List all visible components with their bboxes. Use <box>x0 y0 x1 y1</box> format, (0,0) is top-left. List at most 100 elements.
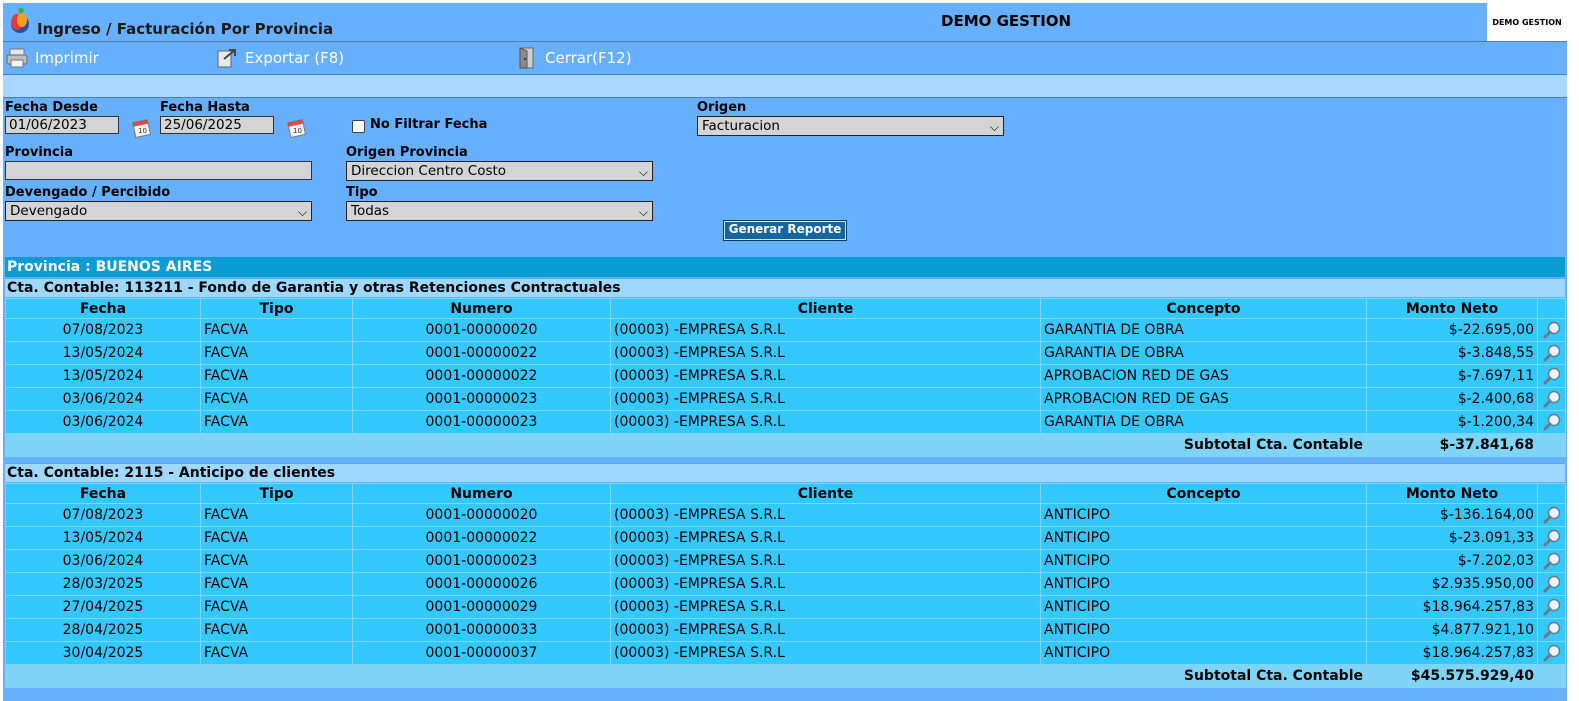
calendar-icon[interactable]: 10 <box>285 116 309 140</box>
cell-fecha: 07/08/2023 <box>5 318 201 342</box>
cell-cliente: (00003) -EMPRESA S.R.L <box>610 410 1041 434</box>
magnifier-icon[interactable] <box>1542 528 1562 548</box>
report-table: Fecha Tipo Numero Cliente Concepto Monto… <box>5 483 1566 688</box>
fecha-desde-input[interactable]: 01/06/2023 <box>5 116 119 134</box>
cell-tipo: FACVA <box>200 387 353 411</box>
origen-label: Origen <box>697 100 747 115</box>
cell-monto-neto: $18.964.257,83 <box>1366 595 1538 619</box>
origen-provincia-select[interactable]: Direccion Centro Costo ⌵ <box>346 161 653 181</box>
print-label: Imprimir <box>35 49 99 67</box>
magnifier-icon[interactable] <box>1542 389 1562 409</box>
cell-numero: 0001-00000037 <box>352 641 611 665</box>
fecha-hasta-label: Fecha Hasta <box>160 100 250 115</box>
cta-contable-header: Cta. Contable: 113211 - Fondo de Garanti… <box>5 278 1565 297</box>
door-exit-icon <box>519 47 534 69</box>
subtotal-empty <box>1537 433 1566 457</box>
detail-cell <box>1537 503 1566 527</box>
magnifier-icon[interactable] <box>1542 343 1562 363</box>
subtotal-value: $-37.841,68 <box>1366 433 1538 457</box>
table-row: 13/05/2024 FACVA 0001-00000022 (00003) -EMP… <box>5 526 1566 550</box>
cell-monto-neto: $-2.400,68 <box>1366 387 1538 411</box>
tipo-label: Tipo <box>346 185 378 200</box>
column-header: Fecha <box>5 483 201 504</box>
svg-text:10: 10 <box>293 127 302 135</box>
table-row: 28/03/2025 FACVA 0001-00000026 (00003) -EMP… <box>5 572 1566 596</box>
detail-cell <box>1537 364 1566 388</box>
no-filtrar-fecha-checkbox[interactable] <box>352 120 365 133</box>
cell-tipo: FACVA <box>200 572 353 596</box>
magnifier-icon[interactable] <box>1542 597 1562 617</box>
chevron-down-icon: ⌵ <box>638 165 648 179</box>
cell-concepto: ANTICIPO <box>1040 572 1367 596</box>
magnifier-icon[interactable] <box>1542 412 1562 432</box>
cell-fecha: 07/08/2023 <box>5 503 201 527</box>
table-row: 27/04/2025 FACVA 0001-00000029 (00003) -EMP… <box>5 595 1566 619</box>
subtotal-value: $45.575.929,40 <box>1366 664 1538 688</box>
cell-numero: 0001-00000023 <box>352 410 611 434</box>
column-header: Numero <box>352 298 611 319</box>
subtotal-row: Subtotal Cta. Contable $-37.841,68 <box>5 433 1566 457</box>
devengado-value: Devengado <box>10 203 88 219</box>
magnifier-icon[interactable] <box>1542 366 1562 386</box>
close-button[interactable]: Cerrar(F12) <box>515 46 632 70</box>
cell-concepto: ANTICIPO <box>1040 526 1367 550</box>
cell-tipo: FACVA <box>200 341 353 365</box>
generate-report-button[interactable]: Generar Reporte <box>723 220 847 241</box>
cell-numero: 0001-00000033 <box>352 618 611 642</box>
chevron-down-icon: ⌵ <box>989 120 999 134</box>
cell-cliente: (00003) -EMPRESA S.R.L <box>610 364 1041 388</box>
cell-monto-neto: $-136.164,00 <box>1366 503 1538 527</box>
table-row: 07/08/2023 FACVA 0001-00000020 (00003) -EMP… <box>5 318 1566 342</box>
magnifier-icon[interactable] <box>1542 505 1562 525</box>
cell-tipo: FACVA <box>200 318 353 342</box>
cell-cliente: (00003) -EMPRESA S.R.L <box>610 526 1041 550</box>
export-button[interactable]: Exportar (F8) <box>215 46 344 70</box>
devengado-select[interactable]: Devengado ⌵ <box>5 201 312 221</box>
fecha-hasta-input[interactable]: 25/06/2025 <box>160 116 274 134</box>
cell-monto-neto: $2.935.950,00 <box>1366 572 1538 596</box>
column-header: Tipo <box>200 483 353 504</box>
detail-cell <box>1537 526 1566 550</box>
origen-select[interactable]: Facturacion ⌵ <box>697 116 1004 136</box>
cell-fecha: 27/04/2025 <box>5 595 201 619</box>
magnifier-icon[interactable] <box>1542 574 1562 594</box>
cell-cliente: (00003) -EMPRESA S.R.L <box>610 595 1041 619</box>
company-name: DEMO GESTION <box>941 12 1072 30</box>
tipo-select[interactable]: Todas ⌵ <box>346 201 653 221</box>
cell-concepto: ANTICIPO <box>1040 641 1367 665</box>
cell-tipo: FACVA <box>200 503 353 527</box>
cell-tipo: FACVA <box>200 641 353 665</box>
export-icon <box>217 49 236 68</box>
cell-numero: 0001-00000022 <box>352 364 611 388</box>
cell-tipo: FACVA <box>200 410 353 434</box>
cell-concepto: APROBACION RED DE GAS <box>1040 364 1367 388</box>
column-header-action <box>1537 483 1566 504</box>
detail-cell <box>1537 549 1566 573</box>
cell-concepto: ANTICIPO <box>1040 595 1367 619</box>
magnifier-icon[interactable] <box>1542 551 1562 571</box>
subtotal-label: Subtotal Cta. Contable <box>5 433 1367 457</box>
printer-icon <box>6 48 28 68</box>
cell-tipo: FACVA <box>200 595 353 619</box>
cell-tipo: FACVA <box>200 549 353 573</box>
magnifier-icon[interactable] <box>1542 620 1562 640</box>
table-body: 07/08/2023 FACVA 0001-00000020 (00003) -EMP… <box>5 318 1566 457</box>
close-label: Cerrar(F12) <box>545 49 632 67</box>
print-button[interactable]: Imprimir <box>5 46 99 70</box>
cell-monto-neto: $-7.202,03 <box>1366 549 1538 573</box>
column-header: Monto Neto <box>1366 298 1538 319</box>
provincia-input[interactable] <box>5 161 312 180</box>
provincia-header: Provincia : BUENOS AIRES <box>5 257 1565 277</box>
table-row: 03/06/2024 FACVA 0001-00000023 (00003) -EMP… <box>5 387 1566 411</box>
provincia-label: Provincia <box>5 145 73 160</box>
magnifier-icon[interactable] <box>1542 643 1562 663</box>
calendar-icon[interactable]: 10 <box>130 116 154 140</box>
cell-monto-neto: $-22.695,00 <box>1366 318 1538 342</box>
table-row: 07/08/2023 FACVA 0001-00000020 (00003) -EMP… <box>5 503 1566 527</box>
column-header: Fecha <box>5 298 201 319</box>
page-title: Ingreso / Facturación Por Provincia <box>37 20 334 38</box>
column-header: Concepto <box>1040 298 1367 319</box>
magnifier-icon[interactable] <box>1542 320 1562 340</box>
export-label: Exportar (F8) <box>245 49 345 67</box>
detail-cell <box>1537 595 1566 619</box>
